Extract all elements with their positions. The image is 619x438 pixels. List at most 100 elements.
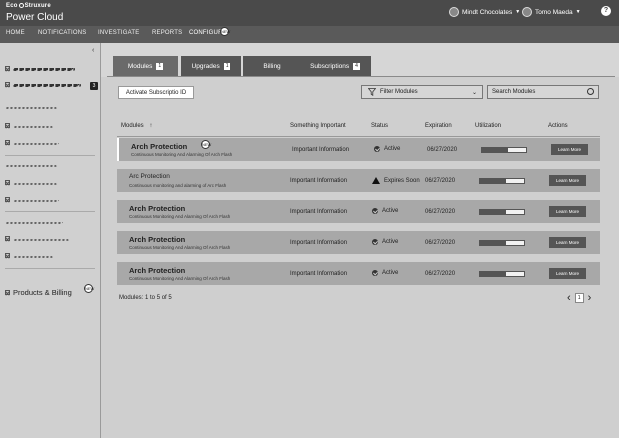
chevron-left-icon[interactable]: ‹	[567, 293, 571, 304]
activate-subscription-button[interactable]: Activate Subscriptio ID	[118, 86, 194, 99]
new-badge: NEW	[84, 284, 95, 293]
logo-ring-icon	[18, 3, 24, 8]
learn-more-button[interactable]: Learn More	[549, 237, 586, 248]
account-selector[interactable]: Mindt Chocolates ▼	[449, 7, 520, 17]
utilization-bar	[479, 209, 525, 215]
tab-billing[interactable]: Billing	[243, 56, 301, 77]
check-circle-icon	[372, 239, 378, 245]
table-row[interactable]: Arch Protection Continuous Monitoring An…	[117, 200, 600, 223]
sidebar-item-4[interactable]	[5, 123, 53, 128]
table-row[interactable]: Arch Protection Continuous Monitoring An…	[117, 262, 600, 285]
collapse-sidebar-icon[interactable]: ‹	[92, 47, 94, 54]
brand-logo: Eco Struxure	[6, 3, 51, 9]
module-name: Arch Protection	[129, 235, 186, 244]
search-placeholder: Search Modules	[492, 89, 536, 95]
module-description: Continuous monitoring and alarming of Ar…	[129, 183, 227, 188]
placeholder-label	[13, 124, 53, 128]
tab-label: Modules	[127, 63, 153, 70]
expiration-date: 06/27/2020	[425, 178, 456, 184]
sidebar-divider	[5, 211, 95, 212]
utilization-fill	[482, 148, 509, 152]
placeholder-label	[5, 163, 57, 167]
column-header-status: Status	[371, 123, 389, 129]
checkbox-icon	[5, 290, 10, 295]
placeholder-label	[13, 141, 59, 145]
nav-investigate[interactable]: INVESTIGATE	[98, 30, 139, 36]
tab-upgrades[interactable]: Upgrades 1	[181, 56, 241, 77]
checkbox-icon	[5, 197, 10, 202]
tab-subscriptions[interactable]: Subscriptions 4	[299, 56, 371, 77]
checkbox-icon	[5, 140, 10, 145]
status-badge: Expires Soon	[372, 177, 420, 184]
sidebar-item-11[interactable]	[5, 253, 53, 258]
nav-notifications[interactable]: NOTIFICATIONS	[38, 30, 87, 36]
status-badge: Active	[374, 146, 400, 152]
account-icon	[449, 7, 459, 17]
filter-modules-dropdown[interactable]: Filter Modules ⌄	[361, 85, 483, 99]
chevron-down-icon: ▼	[575, 9, 581, 15]
tab-label: Upgrades	[191, 63, 220, 70]
placeholder-label	[13, 181, 57, 185]
learn-more-button[interactable]: Learn More	[549, 175, 586, 186]
checkbox-icon	[5, 82, 10, 87]
table-row[interactable]: Arc Protection Continuous monitoring and…	[117, 169, 600, 192]
placeholder-label	[5, 105, 57, 109]
important-info: Important Information	[290, 209, 348, 215]
header-divider	[117, 136, 600, 137]
nav-home[interactable]: HOME	[6, 30, 25, 36]
chevron-right-icon[interactable]: ›	[588, 293, 592, 304]
help-icon[interactable]: ?	[601, 6, 611, 16]
table-row[interactable]: Arch Protection Continuous Monitoring An…	[117, 231, 600, 254]
sidebar-item-7[interactable]	[5, 180, 57, 185]
learn-more-button[interactable]: Learn More	[549, 206, 586, 217]
page-number[interactable]: 1	[574, 293, 584, 303]
sidebar-divider	[5, 155, 95, 156]
placeholder-label	[13, 83, 81, 87]
status-text: Active	[384, 146, 401, 152]
checkbox-icon	[5, 253, 10, 258]
learn-more-button[interactable]: Learn More	[551, 144, 588, 155]
main-content: Modules 1 Upgrades 1 Billing Subscriptio…	[101, 43, 619, 438]
sidebar-item-10[interactable]	[5, 236, 69, 241]
sidebar-item-3[interactable]	[5, 105, 57, 109]
utilization-bar	[479, 240, 525, 246]
sidebar-item-5[interactable]	[5, 140, 59, 145]
sidebar-item-1[interactable]	[5, 66, 75, 71]
status-text: Active	[382, 270, 399, 276]
module-description: Continuous Monitoring And Alarming Of Ar…	[129, 214, 231, 219]
check-circle-icon	[372, 270, 378, 276]
sidebar-divider	[5, 268, 95, 269]
utilization-fill	[480, 210, 507, 214]
main-nav: HOME NOTIFICATIONS INVESTIGATE REPORTS C…	[0, 26, 619, 43]
sidebar-item-6[interactable]	[5, 163, 57, 167]
status-badge: Active	[372, 270, 398, 276]
utilization-bar	[481, 147, 527, 153]
tab-count: 1	[223, 63, 231, 70]
user-menu[interactable]: Tomo Maeda ▼	[522, 7, 581, 17]
checkbox-icon	[5, 123, 10, 128]
sidebar-item-2[interactable]	[5, 82, 81, 87]
search-modules-input[interactable]: Search Modules	[487, 85, 599, 99]
important-info: Important Information	[290, 271, 348, 277]
status-badge: Active	[372, 208, 398, 214]
sidebar: ‹ 3 Products & Billing NEW	[0, 43, 101, 438]
learn-more-button[interactable]: Learn More	[549, 268, 586, 279]
module-name: Arch Protection	[131, 142, 188, 151]
status-text: Active	[382, 208, 399, 214]
sidebar-item-8[interactable]	[5, 197, 59, 202]
module-name: Arch Protection	[129, 266, 186, 275]
table-row[interactable]: Arch Protection NEW Continuous Monitorin…	[117, 138, 600, 161]
sidebar-item-9[interactable]	[5, 220, 63, 224]
expiration-date: 06/27/2020	[427, 147, 458, 153]
expiration-date: 06/27/2020	[425, 271, 456, 277]
tab-modules[interactable]: Modules 1	[113, 56, 178, 77]
nav-reports[interactable]: REPORTS	[152, 30, 182, 36]
tab-label: Billing	[263, 63, 281, 70]
new-badge: NEW	[220, 27, 231, 36]
column-header-modules[interactable]: Modules ↑	[121, 123, 152, 129]
placeholder-label	[13, 67, 75, 71]
user-name: Tomo Maeda	[535, 8, 573, 16]
utilization-bar	[479, 271, 525, 277]
placeholder-label	[13, 237, 69, 241]
sidebar-item-products-billing[interactable]: Products & Billing	[5, 288, 72, 297]
